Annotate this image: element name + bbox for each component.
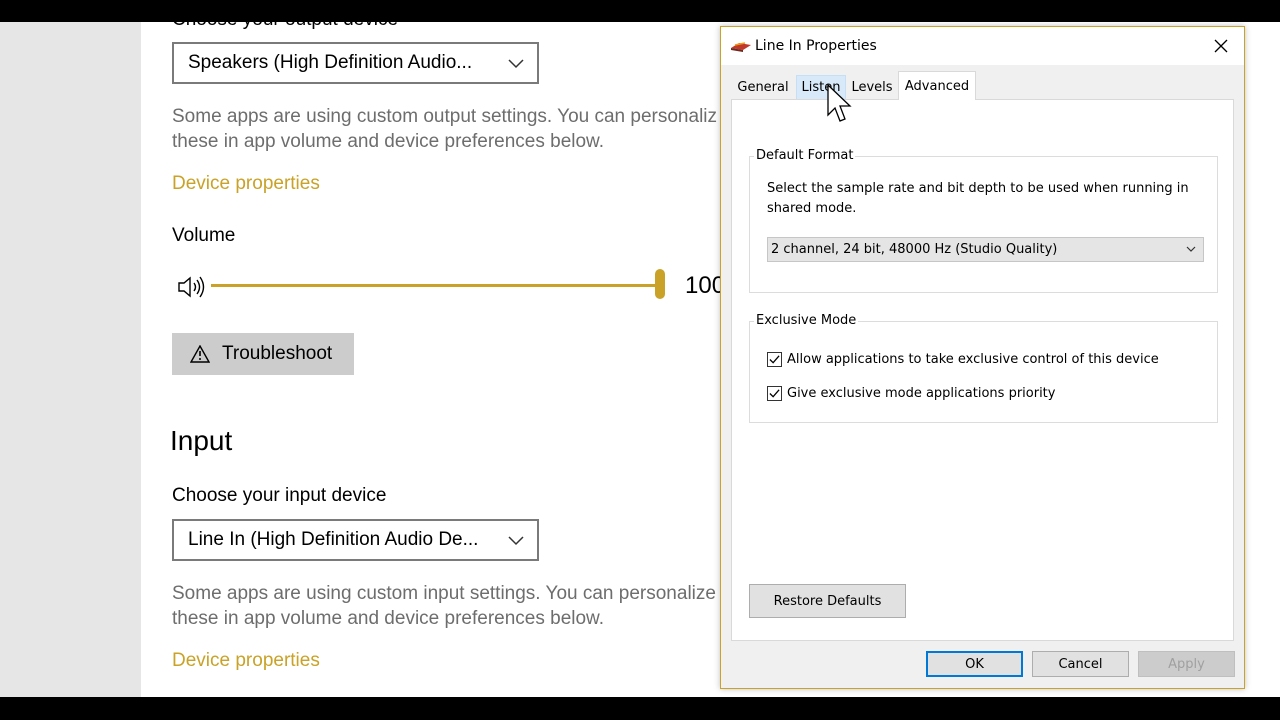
restore-defaults-button[interactable]: Restore Defaults xyxy=(749,584,906,618)
exclusive-mode-title: Exclusive Mode xyxy=(754,313,859,328)
top-black-bar xyxy=(0,0,1280,22)
output-device-properties-link[interactable]: Device properties xyxy=(172,173,320,195)
volume-label: Volume xyxy=(172,225,236,246)
input-device-label: Choose your input device xyxy=(172,485,387,506)
exclusive-priority-option[interactable]: Give exclusive mode applications priorit… xyxy=(767,386,1055,401)
mouse-pointer-icon xyxy=(827,83,852,122)
checkmark-icon xyxy=(769,355,780,364)
chevron-down-icon xyxy=(508,59,524,69)
volume-slider-thumb[interactable] xyxy=(655,269,665,299)
volume-slider-track[interactable] xyxy=(211,284,661,287)
dialog-title: Line In Properties xyxy=(755,38,877,54)
troubleshoot-button[interactable]: Troubleshoot xyxy=(172,333,354,375)
input-device-value: Line In (High Definition Audio De... xyxy=(188,529,479,550)
allow-exclusive-control-checkbox[interactable] xyxy=(767,352,782,367)
input-note-line2: these in app volume and device preferenc… xyxy=(172,608,604,629)
chevron-down-icon xyxy=(508,536,524,546)
output-device-dropdown[interactable]: Speakers (High Definition Audio... xyxy=(172,42,539,84)
tab-advanced[interactable]: Advanced xyxy=(898,71,976,100)
dialog-tabs: General Listen Levels Advanced xyxy=(721,65,1244,100)
line-in-icon xyxy=(731,42,751,52)
sample-format-dropdown[interactable]: 2 channel, 24 bit, 48000 Hz (Studio Qual… xyxy=(767,237,1204,262)
input-device-dropdown[interactable]: Line In (High Definition Audio De... xyxy=(172,519,539,561)
close-icon xyxy=(1214,39,1228,53)
speaker-icon[interactable] xyxy=(177,274,207,300)
allow-exclusive-control-option[interactable]: Allow applications to take exclusive con… xyxy=(767,352,1159,367)
checkmark-icon xyxy=(769,389,780,398)
input-heading: Input xyxy=(170,425,233,456)
close-button[interactable] xyxy=(1204,30,1238,62)
troubleshoot-label: Troubleshoot xyxy=(222,343,333,364)
dialog-title-bar[interactable]: Line In Properties xyxy=(721,27,1244,65)
output-note-line1: Some apps are using custom output settin… xyxy=(172,106,718,127)
exclusive-priority-label: Give exclusive mode applications priorit… xyxy=(787,386,1056,401)
tab-general[interactable]: General xyxy=(733,75,793,99)
apply-button[interactable]: Apply xyxy=(1138,651,1235,677)
output-device-heading: Choose your output device xyxy=(172,22,398,31)
cancel-button[interactable]: Cancel xyxy=(1032,651,1129,677)
output-note-line2: these in app volume and device preferenc… xyxy=(172,131,604,152)
tab-levels[interactable]: Levels xyxy=(848,75,896,99)
advanced-tab-panel: Default Format Select the sample rate an… xyxy=(731,99,1234,641)
default-format-title: Default Format xyxy=(754,148,856,163)
default-format-description-line1: Select the sample rate and bit depth to … xyxy=(767,181,1189,196)
sample-format-value: 2 channel, 24 bit, 48000 Hz (Studio Qual… xyxy=(771,242,1058,257)
output-device-value: Speakers (High Definition Audio... xyxy=(188,52,473,73)
input-note-line1: Some apps are using custom input setting… xyxy=(172,583,716,604)
exclusive-priority-checkbox[interactable] xyxy=(767,386,782,401)
warning-icon xyxy=(190,345,210,363)
default-format-description-line2: shared mode. xyxy=(767,201,857,216)
settings-nav-pane xyxy=(0,22,141,697)
ok-button[interactable]: OK xyxy=(926,651,1023,677)
allow-exclusive-control-label: Allow applications to take exclusive con… xyxy=(787,352,1159,367)
chevron-down-icon xyxy=(1186,246,1196,252)
exclusive-mode-group: Exclusive Mode Allow applications to tak… xyxy=(749,313,1218,423)
default-format-group: Default Format Select the sample rate an… xyxy=(749,148,1218,293)
line-in-properties-dialog: Line In Properties General Listen Levels… xyxy=(720,26,1245,689)
bottom-black-bar xyxy=(0,697,1280,720)
input-device-properties-link[interactable]: Device properties xyxy=(172,650,320,672)
